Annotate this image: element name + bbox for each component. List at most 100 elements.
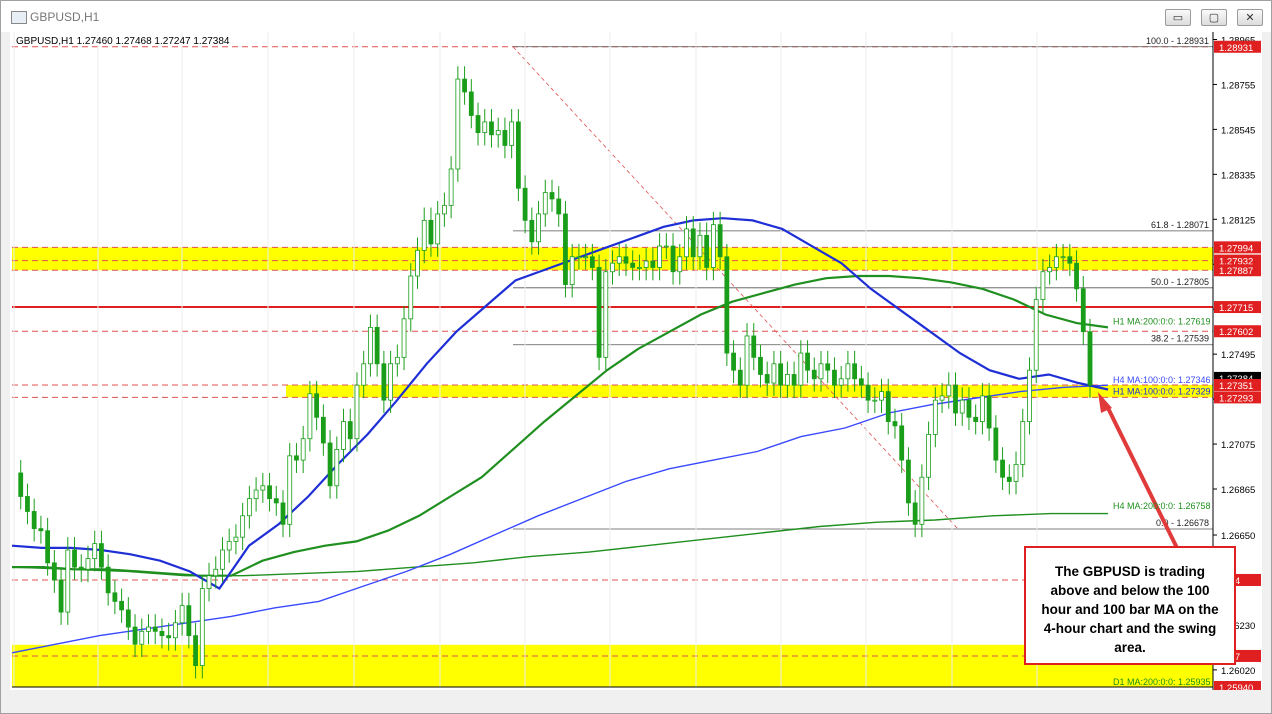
candle-body [125,609,131,628]
candle-body [85,558,91,570]
candle-body [314,393,320,418]
candle-body [273,498,279,504]
candle-body [509,121,515,146]
candle-body [623,256,629,264]
candle-body [1006,476,1012,482]
candle-body [583,256,589,259]
candle-body [139,630,145,645]
price-tag-label: 1.27994 [1219,243,1253,254]
candle-body [663,245,669,248]
candle-body [347,421,353,440]
candle-body [912,502,918,525]
candle-body [885,391,891,422]
candle-body [825,363,831,371]
y-tick-label: 1.28755 [1221,80,1255,91]
candle-body [515,121,521,189]
candle-body [280,502,286,525]
candle-body [233,536,239,542]
price-tag-label: 1.27887 [1219,266,1253,277]
candle-body [1020,421,1026,465]
candle-body [428,219,434,245]
candle-body [919,476,925,525]
title-bar[interactable]: GBPUSD,H1 ▭ ▢ ✕ [1,1,1271,32]
candle-body [146,626,151,632]
candle-body [603,271,609,358]
candle-body [448,168,454,206]
candle-body [415,249,420,277]
candle-body [946,384,952,397]
candle-body [1040,271,1046,300]
candle-body [610,262,615,273]
candle-body [374,326,380,365]
candle-body [294,455,299,461]
window-title: GBPUSD,H1 [30,10,100,24]
close-button[interactable]: ✕ [1237,9,1263,26]
candle-body [334,449,340,487]
candle-body [690,228,696,258]
candle-body [1067,256,1073,264]
candle-body [78,566,84,570]
candle-body [388,363,394,401]
candle-body [711,224,716,268]
candle-body [394,356,400,365]
candle-body [112,592,118,602]
candle-body [99,543,104,568]
candle-body [1033,299,1039,371]
candle-body [684,228,689,258]
candle-body [51,562,57,581]
candle-body [899,425,905,461]
candle-body [953,384,958,414]
candle-body [966,399,972,418]
candle-body [549,192,555,200]
candle-body [408,275,414,320]
candle-body [818,363,824,380]
candle-body [267,485,272,500]
price-tag-label: 1.27351 [1219,381,1253,392]
candle-body [489,121,494,136]
y-tick-label: 1.26020 [1221,666,1255,677]
candle-body [677,256,683,273]
price-tag-label: 1.27293 [1219,393,1253,404]
candle-body [980,395,985,422]
candle-body [260,485,266,491]
candle-body [381,363,387,401]
candle-body [1000,459,1005,478]
candle-body [771,363,777,384]
candle-body [361,363,367,386]
candle-body [253,489,259,500]
candle-body [132,626,138,645]
candle-body [119,600,124,611]
candle-body [1060,256,1066,259]
candle-body [193,635,198,666]
price-tag-label: 1.27715 [1219,303,1253,314]
candle-body [865,384,871,401]
candle-body [704,234,710,268]
candle-body [892,421,898,427]
candle-body [421,219,427,251]
candle-body [643,260,649,268]
candle-body [220,549,225,570]
ma-label: D1 MA:200:0:0: 1.25935 [1113,677,1211,687]
candle-body [240,515,246,538]
candle-body [401,318,407,358]
restore-button[interactable]: ▢ [1201,9,1227,26]
candle-body [973,416,979,422]
minimize-button[interactable]: ▭ [1165,9,1191,26]
candle-body [589,256,595,268]
price-tag-label: 1.28931 [1219,43,1253,54]
price-tag-label: 1.25940 [1219,683,1253,690]
symbol-header: GBPUSD,H1 1.27460 1.27468 1.27247 1.2738… [16,36,230,47]
candle-body [1013,463,1019,482]
candle-body [186,605,192,637]
candle-body [811,369,817,380]
y-tick-label: 1.28545 [1221,125,1255,136]
candle-body [206,575,212,589]
candle-body [845,363,851,380]
candle-body [159,630,165,637]
candle-body [852,363,858,380]
candle-body [791,374,797,386]
candle-body [179,605,185,624]
candle-body [307,393,313,440]
candle-body [482,121,488,134]
candle-body [536,213,541,243]
